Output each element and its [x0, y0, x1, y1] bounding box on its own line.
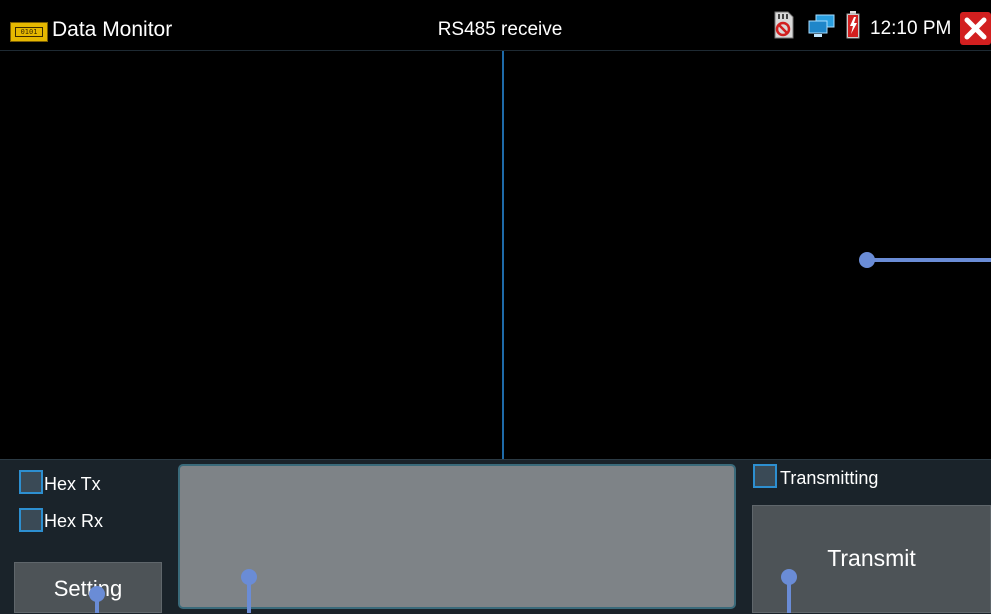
hex-rx-checkbox[interactable]	[19, 508, 43, 532]
title-bar: 0101 Data Monitor RS485 receive 12:10 PM	[0, 0, 991, 51]
transmitting-checkbox[interactable]	[753, 464, 777, 488]
mode-title: RS485 receive	[437, 19, 563, 40]
sd-card-missing-icon	[774, 11, 794, 39]
app-title: Data Monitor	[52, 18, 173, 41]
battery-charging-icon	[846, 11, 860, 39]
data-monitor-app-icon: 0101	[10, 22, 48, 42]
setting-button[interactable]: Setting	[14, 562, 162, 613]
hex-tx-checkbox[interactable]	[19, 470, 43, 494]
hex-tx-label: Hex Tx	[44, 474, 101, 494]
callout-dot-monitor	[859, 252, 875, 268]
close-button[interactable]	[960, 12, 991, 45]
pane-divider[interactable]	[502, 51, 504, 459]
hex-rx-label: Hex Rx	[44, 511, 104, 531]
receive-monitor-area	[0, 51, 991, 459]
close-icon	[964, 17, 987, 40]
callout-line-transmit	[787, 577, 791, 613]
callout-line-input	[247, 577, 251, 613]
callout-line-setting	[95, 594, 99, 613]
transmitting-label: Transmitting	[780, 468, 879, 488]
network-icon	[808, 14, 835, 37]
clock: 12:10 PM	[870, 18, 952, 39]
callout-line-monitor	[866, 258, 991, 262]
send-data-input[interactable]	[178, 464, 736, 609]
